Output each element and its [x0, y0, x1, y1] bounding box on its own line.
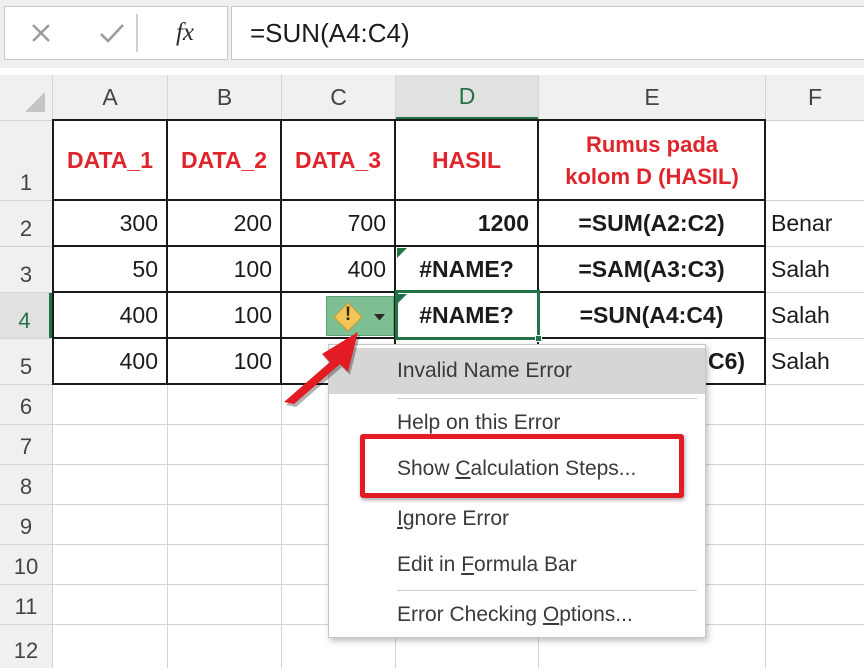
menu-item-label: ptions... [559, 603, 633, 626]
row-header-9[interactable]: 9 [0, 505, 52, 544]
table-cell[interactable]: 400 [282, 247, 394, 291]
column-header-c[interactable]: C [282, 75, 395, 120]
row-header-11[interactable]: 11 [0, 585, 52, 624]
table-cell[interactable]: Benar [767, 201, 864, 245]
row-header-4[interactable]: 4 [0, 293, 52, 338]
row-header-2[interactable]: 2 [0, 201, 52, 246]
header-cell-data-1[interactable]: DATA_1 [54, 122, 166, 199]
insert-function-button[interactable]: fx [162, 14, 208, 52]
menu-item-ignore-error[interactable]: Ignore Error [329, 496, 705, 542]
header-rumus-line2: kolom D (HASIL) [565, 164, 739, 189]
checkmark-icon[interactable] [92, 14, 132, 52]
table-cell[interactable]: 400 [54, 293, 166, 337]
header-cell-rumus[interactable]: Rumus pada kolom D (HASIL) [540, 124, 764, 198]
menu-item-accelerator: O [542, 603, 560, 626]
row-header-3[interactable]: 3 [0, 247, 52, 292]
column-header-d[interactable]: D [396, 75, 538, 120]
active-cell-outline [395, 290, 540, 340]
row-header-6[interactable]: 6 [0, 385, 52, 424]
table-cell[interactable]: #NAME? [396, 247, 537, 291]
column-header-e[interactable]: E [539, 75, 765, 120]
row-header-5[interactable]: 5 [0, 339, 52, 384]
table-cell[interactable]: Salah [767, 339, 864, 383]
table-cell[interactable]: 300 [54, 201, 166, 245]
table-cell[interactable]: 700 [282, 201, 394, 245]
table-cell[interactable]: Salah [767, 293, 864, 337]
menu-title-invalid-name-error: Invalid Name Error [329, 348, 705, 394]
table-cell[interactable]: 100 [168, 247, 280, 291]
menu-separator [397, 398, 697, 399]
close-icon[interactable] [22, 14, 60, 52]
select-all-button[interactable] [0, 75, 52, 120]
row-header-12[interactable]: 12 [0, 625, 52, 668]
header-rumus-line1: Rumus pada [585, 132, 719, 157]
row-header-7[interactable]: 7 [0, 425, 52, 464]
highlight-box [360, 434, 684, 498]
formula-text[interactable]: =SUN(A4:C4) [250, 13, 410, 53]
table-cell[interactable]: 200 [168, 201, 280, 245]
menu-item-accelerator: F [461, 553, 475, 576]
formula-bar-divider [136, 14, 138, 52]
error-indicator-icon [397, 248, 407, 258]
column-header-a[interactable]: A [53, 75, 167, 120]
menu-separator [397, 590, 697, 591]
fill-handle[interactable] [535, 335, 542, 342]
table-cell[interactable]: C6) [706, 339, 764, 383]
column-header-b[interactable]: B [168, 75, 281, 120]
column-header-f[interactable]: F [766, 75, 864, 120]
table-cell[interactable]: =SUM(A2:C2) [539, 201, 764, 245]
table-cell[interactable]: 400 [54, 339, 166, 383]
table-cell[interactable]: 50 [54, 247, 166, 291]
menu-item-label: Edit in [397, 553, 462, 576]
row-header-1[interactable]: 1 [0, 121, 52, 200]
table-cell[interactable]: 1200 [396, 201, 537, 245]
header-cell-hasil[interactable]: HASIL [396, 122, 537, 199]
row-header-8[interactable]: 8 [0, 465, 52, 504]
row-header-10[interactable]: 10 [0, 545, 52, 584]
table-cell[interactable]: 100 [168, 293, 280, 337]
table-cell[interactable]: Salah [767, 247, 864, 291]
menu-item-label: Help on this Error [397, 411, 561, 434]
red-arrow-icon [284, 332, 360, 407]
table-cell[interactable]: 100 [168, 339, 280, 383]
menu-item-error-checking-options[interactable]: Error Checking Options... [329, 592, 705, 638]
menu-item-label: gnore Error [402, 507, 510, 530]
table-cell[interactable]: =SUN(A4:C4) [539, 293, 764, 337]
menu-item-label: Error Checking [397, 603, 543, 626]
header-cell-data-2[interactable]: DATA_2 [168, 122, 280, 199]
header-cell-data-3[interactable]: DATA_3 [282, 122, 394, 199]
menu-item-edit-in-formula-bar[interactable]: Edit in Formula Bar [329, 542, 705, 588]
menu-item-label: ormula Bar [474, 553, 577, 576]
table-cell[interactable]: =SAM(A3:C3) [539, 247, 764, 291]
fx-label: fx [175, 19, 195, 46]
